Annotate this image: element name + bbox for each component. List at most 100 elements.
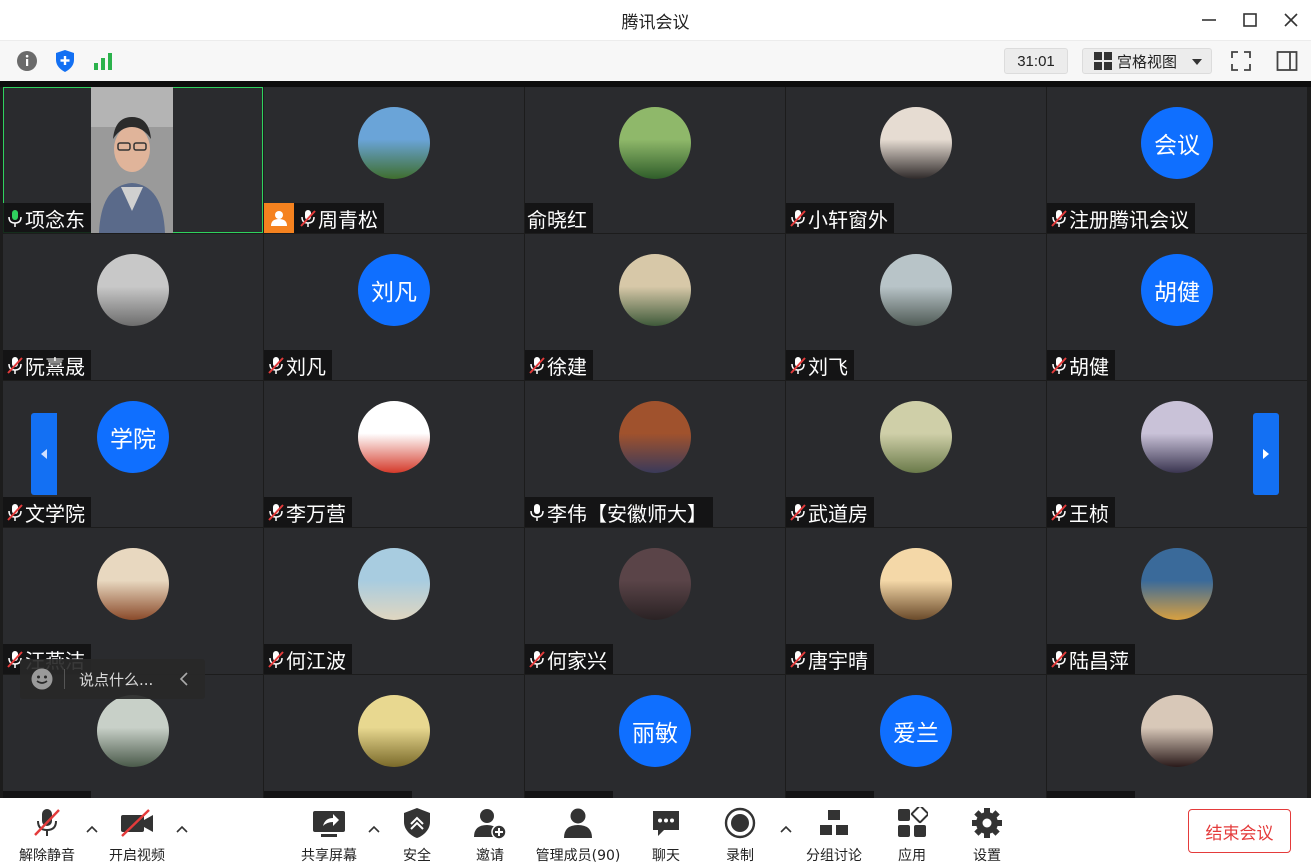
participant-tile[interactable]: 胡健 胡健 — [1047, 234, 1307, 380]
participant-tile[interactable]: 俞晓红 — [525, 87, 785, 233]
audio-options-chevron[interactable] — [85, 822, 99, 836]
security-status-button[interactable] — [52, 48, 78, 74]
manage-members-button[interactable]: 管理成员(90) — [532, 806, 624, 865]
apps-button[interactable]: 应用 — [877, 806, 947, 865]
settings-button[interactable]: 设置 — [952, 806, 1022, 865]
avatar — [1141, 695, 1213, 767]
mic-muted-icon — [527, 648, 547, 670]
chat-label: 聊天 — [652, 848, 680, 864]
participant-tile[interactable]: 方兴睐风仕素 — [264, 675, 524, 798]
avatar — [619, 107, 691, 179]
participant-tile[interactable]: 何江波 — [264, 528, 524, 674]
meeting-info-button[interactable] — [14, 48, 40, 74]
chat-button[interactable]: 聊天 — [631, 806, 701, 865]
chevron-up-icon — [86, 825, 98, 833]
video-options-chevron[interactable] — [175, 822, 189, 836]
participant-tile[interactable]: 项念东 — [3, 87, 263, 233]
chevron-up-icon — [780, 825, 792, 833]
side-panel-toggle[interactable] — [1274, 48, 1300, 74]
name-plate: 胡健 — [1047, 350, 1115, 380]
name-plate: 刘凡 — [264, 350, 332, 380]
mic-muted-icon — [1049, 501, 1069, 523]
participant-tile[interactable]: 徐建 — [525, 234, 785, 380]
participant-tile[interactable]: 李万营 — [264, 381, 524, 527]
maximize-button[interactable] — [1229, 0, 1270, 40]
invite-button[interactable]: 邀请 — [455, 806, 525, 865]
video-grid-area: 项念东 周青松 俞晓红 小轩窗外 会议 注册腾讯会议 阮熹晟 刘凡 刘凡 徐建 刘飞 胡健 胡健 学院 文学… — [0, 81, 1311, 798]
participant-tile[interactable]: 唐宇晴 — [786, 528, 1046, 674]
mic-active-icon — [5, 207, 25, 229]
end-meeting-button[interactable]: 结束会议 — [1188, 809, 1291, 853]
maximize-icon — [1242, 13, 1257, 27]
avatar — [358, 107, 430, 179]
participant-tile[interactable]: 宋永祥 — [1047, 675, 1307, 798]
prev-page-button[interactable] — [31, 413, 57, 495]
close-button[interactable] — [1270, 0, 1311, 40]
avatar: 丽敏 — [619, 695, 691, 767]
participant-name: 唐宇晴 — [808, 648, 868, 673]
participant-tile[interactable]: 汪燕洁 — [3, 528, 263, 674]
invite-label: 邀请 — [476, 848, 504, 864]
participant-tile[interactable]: 周青松 — [264, 87, 524, 233]
name-plate: 汪红梅 — [3, 791, 91, 798]
chevron-up-icon — [368, 825, 380, 833]
participant-tile[interactable]: 陆昌萍 — [1047, 528, 1307, 674]
record-options-chevron[interactable] — [779, 822, 793, 836]
participant-tile[interactable]: 李伟【安徽师大】 — [525, 381, 785, 527]
emoji-icon[interactable] — [30, 667, 54, 691]
quick-chat-bar[interactable]: 说点什么... — [20, 659, 205, 699]
chevron-up-icon — [176, 825, 188, 833]
next-page-button[interactable] — [1253, 413, 1279, 495]
gear-icon — [972, 808, 1002, 838]
minimize-button[interactable] — [1188, 0, 1229, 40]
participant-tile[interactable]: 刘飞 — [786, 234, 1046, 380]
participant-tile[interactable]: 刘凡 刘凡 — [264, 234, 524, 380]
chat-icon — [653, 811, 679, 836]
chevron-down-icon — [1192, 59, 1202, 65]
side-panel-icon — [1276, 51, 1298, 71]
name-plate: 方兴睐风仕素 — [264, 791, 412, 798]
participant-name: 文学院 — [25, 501, 85, 526]
security-button[interactable]: 安全 — [382, 806, 452, 865]
start-video-button[interactable]: 开启视频 — [102, 806, 172, 865]
security-label: 安全 — [403, 848, 431, 864]
participant-name: 周青松 — [318, 207, 378, 232]
participant-name: 陆昌萍 — [1069, 648, 1129, 673]
participant-name: 李万营 — [286, 501, 346, 526]
breakout-rooms-button[interactable]: 分组讨论 — [799, 806, 869, 865]
name-plate: 陆昌萍 — [1047, 644, 1135, 674]
participant-tile[interactable]: 何家兴 — [525, 528, 785, 674]
view-mode-selector[interactable]: 宫格视图 — [1082, 48, 1212, 74]
participant-name: 武道房 — [808, 501, 868, 526]
chat-input[interactable]: 说点什么... — [79, 669, 153, 690]
name-plate: 王桢 — [1047, 497, 1115, 527]
network-status-button[interactable] — [90, 48, 116, 74]
share-screen-label: 共享屏幕 — [301, 848, 357, 864]
mic-muted-icon — [788, 207, 808, 229]
participant-tile[interactable]: 小轩窗外 — [786, 87, 1046, 233]
members-icon — [564, 808, 592, 838]
participant-tile[interactable]: 会议 注册腾讯会议 — [1047, 87, 1307, 233]
video-off-icon — [121, 809, 153, 837]
collapse-chevron-icon[interactable] — [179, 672, 189, 686]
avatar: 爱兰 — [880, 695, 952, 767]
avatar — [97, 254, 169, 326]
participant-tile[interactable]: 阮熹晟 — [3, 234, 263, 380]
participant-tile[interactable]: 丽敏储丽敏 — [525, 675, 785, 798]
share-options-chevron[interactable] — [367, 822, 381, 836]
grid-view-icon — [1094, 52, 1112, 70]
mic-muted-icon — [5, 501, 25, 523]
avatar — [358, 548, 430, 620]
name-plate: 阮熹晟 — [3, 350, 91, 380]
record-button[interactable]: 录制 — [705, 806, 775, 865]
window-controls — [1188, 0, 1311, 40]
unmute-button[interactable]: 解除静音 — [12, 806, 82, 865]
participant-name: 刘飞 — [808, 354, 848, 379]
participant-name: 李伟【安徽师大】 — [547, 501, 707, 526]
mic-muted-icon — [1049, 207, 1069, 229]
participant-tile[interactable]: 爱兰陈爱兰 — [786, 675, 1046, 798]
name-plate: 何家兴 — [525, 644, 613, 674]
fullscreen-button[interactable] — [1228, 48, 1254, 74]
participant-tile[interactable]: 武道房 — [786, 381, 1046, 527]
share-screen-button[interactable]: 共享屏幕 — [294, 806, 364, 865]
